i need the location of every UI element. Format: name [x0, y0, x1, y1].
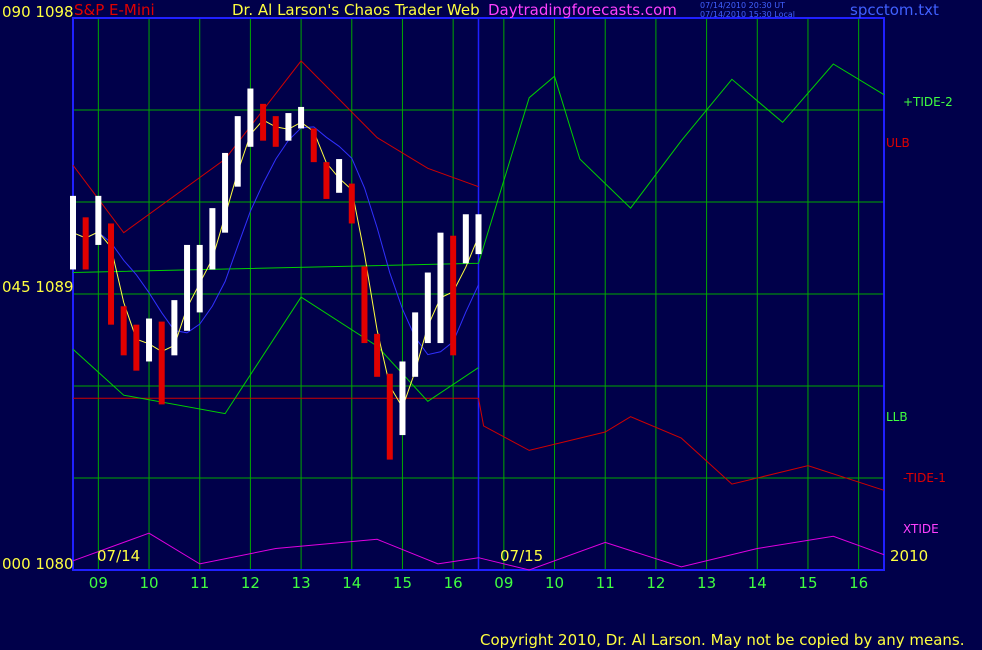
x-tick-label: 09	[89, 574, 108, 592]
date-label-0715: 07/15	[500, 547, 543, 565]
price-bar	[412, 312, 419, 377]
y-axis-mid-label: 045 1089	[2, 278, 74, 296]
time-ut: 07/14/2010 20:30 UT	[700, 1, 785, 10]
label-minus-tide: -TIDE-1	[903, 471, 946, 485]
x-tick-label: 16	[849, 574, 868, 592]
chart-canvas: S&P E-Mini Dr. Al Larson's Chaos Trader …	[2, 1, 965, 649]
price-bar	[260, 103, 267, 141]
date-label-0714: 07/14	[97, 547, 140, 565]
x-tick-label: 15	[798, 574, 817, 592]
price-bar	[374, 333, 381, 377]
price-bar	[82, 217, 89, 270]
price-bar	[158, 321, 165, 405]
price-bar	[272, 116, 279, 147]
x-tick-label: 11	[596, 574, 615, 592]
x-tick-label: 13	[292, 574, 311, 592]
copyright-notice: Copyright 2010, Dr. Al Larson. May not b…	[480, 631, 965, 649]
label-llb: LLB	[886, 410, 908, 424]
label-xtide: XTIDE	[903, 522, 939, 536]
x-tick-label: 09	[494, 574, 513, 592]
label-ulb: ULB	[886, 136, 910, 150]
x-hour-ticks: 09 10 11 12 13 14 15 16 09 10 11 12 13 14 15 16	[89, 574, 868, 592]
time-local: 07/14/2010 15:30 Local	[700, 10, 795, 19]
price-bar	[310, 128, 317, 163]
date-label-year: 2010	[890, 547, 928, 565]
price-bar	[336, 159, 343, 193]
x-tick-label: 12	[646, 574, 665, 592]
price-bar	[361, 266, 368, 344]
price-bar	[234, 116, 241, 187]
x-tick-label: 10	[545, 574, 564, 592]
site-name: Daytradingforecasts.com	[488, 1, 677, 19]
price-bar	[462, 214, 469, 264]
x-tick-label: 10	[139, 574, 158, 592]
price-bar	[450, 235, 457, 356]
chart-title: Dr. Al Larson's Chaos Trader Web	[232, 1, 480, 19]
price-bar	[285, 113, 292, 141]
price-bar	[146, 318, 153, 362]
x-tick-label: 14	[342, 574, 361, 592]
price-bar	[348, 183, 355, 224]
price-bar	[437, 232, 444, 344]
x-tick-label: 12	[241, 574, 260, 592]
price-bar	[95, 195, 102, 245]
price-bar	[133, 324, 140, 371]
x-tick-label: 16	[444, 574, 463, 592]
y-axis-bottom-label: 000 1080	[2, 555, 74, 573]
x-tick-label: 14	[748, 574, 767, 592]
x-tick-label: 13	[697, 574, 716, 592]
price-bar	[120, 306, 127, 356]
x-tick-label: 11	[190, 574, 209, 592]
price-bar	[386, 373, 393, 460]
price-bar	[323, 162, 330, 199]
price-bar	[196, 244, 203, 313]
y-axis-top-label: 090 1098	[2, 3, 74, 21]
price-bar	[184, 244, 191, 331]
data-filename: spcctom.txt	[850, 1, 939, 19]
series-ulb	[72, 60, 479, 234]
price-bar	[70, 195, 76, 270]
x-tick-label: 15	[393, 574, 412, 592]
price-bar	[108, 223, 115, 325]
price-bar	[209, 208, 216, 270]
price-bar	[298, 106, 305, 129]
price-bar	[171, 300, 178, 356]
price-bar	[222, 152, 229, 233]
price-bar	[247, 88, 254, 147]
price-bar	[475, 214, 482, 255]
label-plus-tide: +TIDE-2	[903, 95, 953, 109]
price-bar	[424, 272, 431, 344]
price-bars	[70, 88, 482, 460]
price-bar	[399, 361, 406, 436]
symbol-title: S&P E-Mini	[74, 1, 155, 19]
